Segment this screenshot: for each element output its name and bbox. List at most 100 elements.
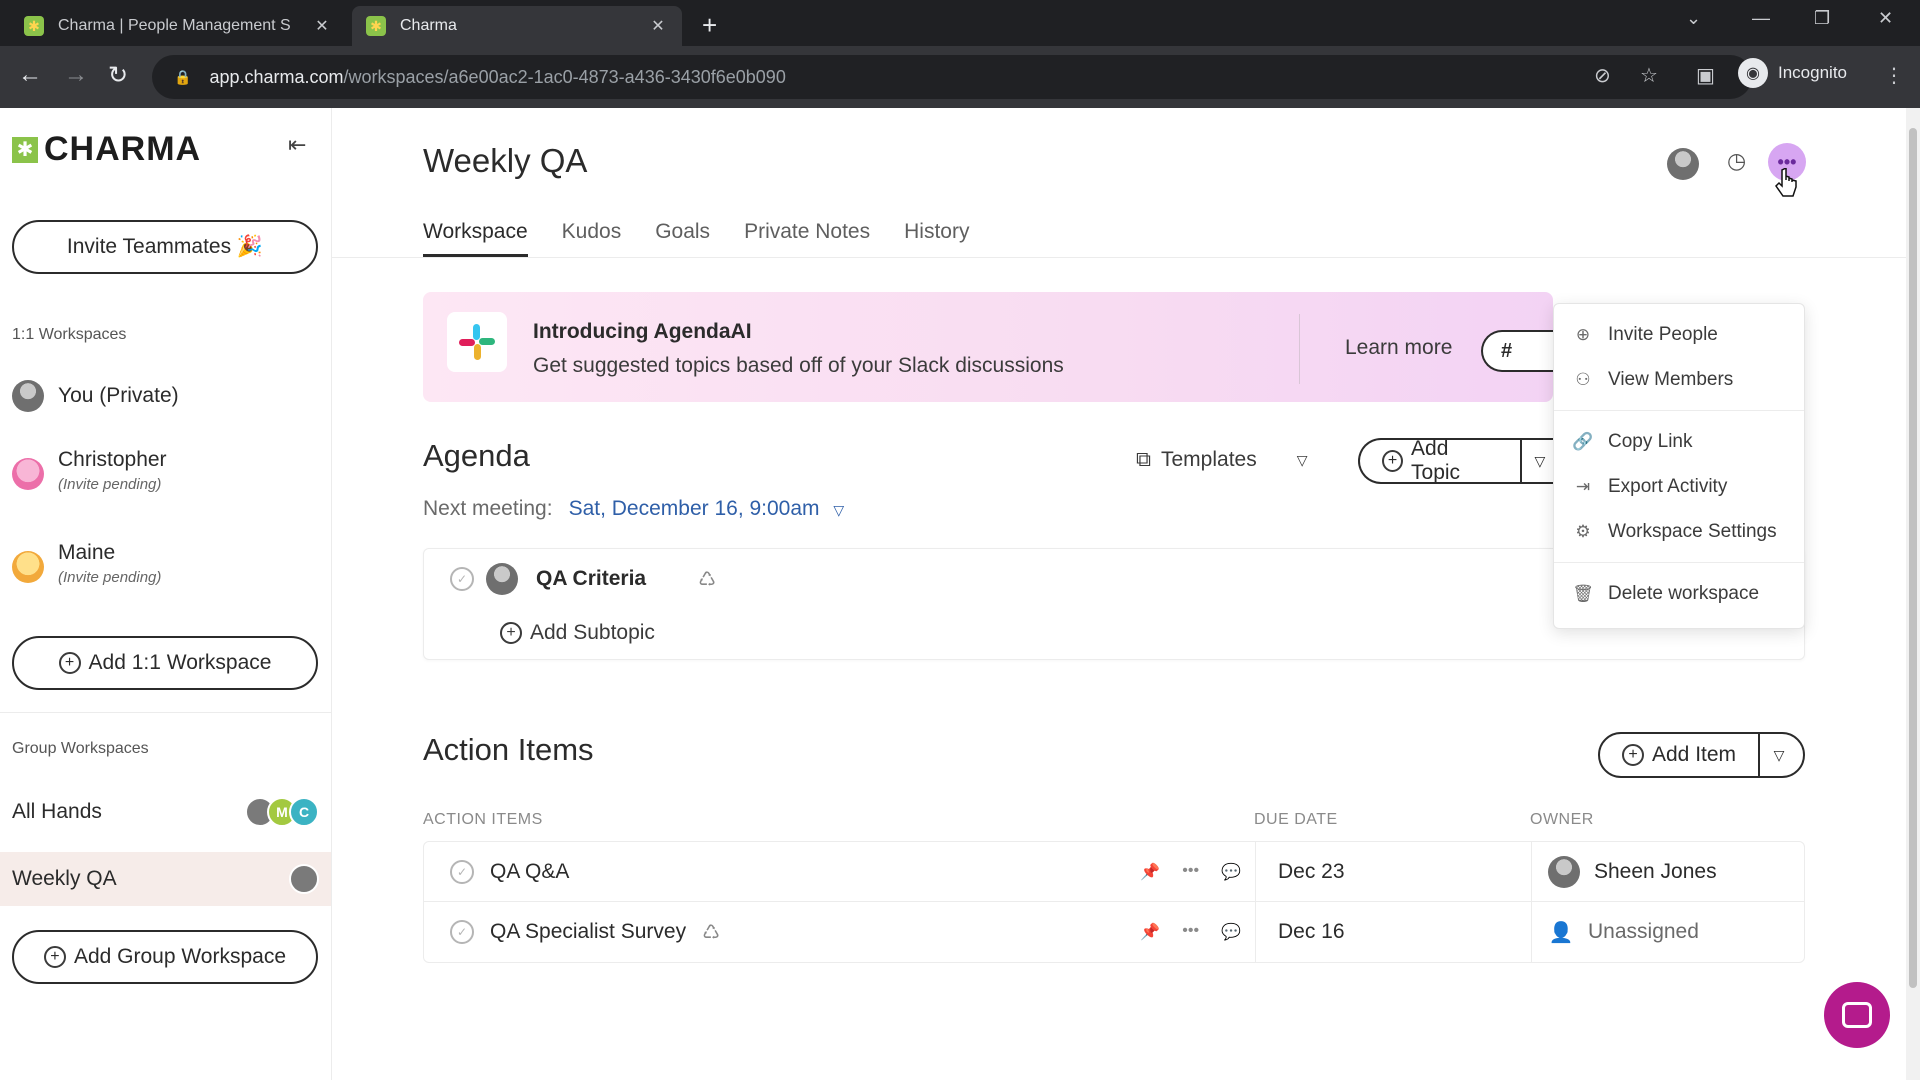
agenda-topic-row[interactable]: ✓ QA Criteria ♺ <box>450 563 716 595</box>
close-icon[interactable]: ✕ <box>648 16 668 36</box>
owner-cell[interactable]: 👤 Unassigned <box>1532 919 1804 945</box>
add-item-button[interactable]: + Add Item ▽ <box>1598 732 1805 778</box>
sidebar-item-maine[interactable]: Maine (Invite pending) <box>0 541 331 586</box>
window-close-icon[interactable]: ✕ <box>1878 8 1893 29</box>
scrollbar-thumb[interactable] <box>1909 128 1917 988</box>
reload-icon[interactable]: ↻ <box>108 61 128 90</box>
side-panel-icon[interactable]: ▣ <box>1696 63 1715 88</box>
tab-private-notes[interactable]: Private Notes <box>744 220 870 257</box>
owner-name: Sheen Jones <box>1594 859 1717 883</box>
tab-history[interactable]: History <box>904 220 969 257</box>
browser-tabstrip: ✱ Charma | People Management S ✕ ✱ Charm… <box>0 0 1920 46</box>
add-one-on-one-workspace-button[interactable]: + Add 1:1 Workspace <box>12 636 318 690</box>
lock-icon: 🔒 <box>174 68 192 85</box>
collapse-sidebar-icon[interactable]: ⇤ <box>288 132 306 158</box>
slack-logo-icon <box>447 312 507 372</box>
charma-favicon-icon: ✱ <box>24 16 44 36</box>
tab-kudos[interactable]: Kudos <box>562 220 622 257</box>
sidebar-item-all-hands[interactable]: All Hands M C <box>0 785 331 839</box>
checkmark-circle-icon[interactable]: ✓ <box>450 859 474 884</box>
tab-search-chevron-icon[interactable]: ⌄ <box>1686 8 1701 29</box>
comment-icon[interactable]: 💬 <box>1221 862 1241 882</box>
divider <box>332 257 1920 258</box>
new-tab-plus-icon[interactable]: + <box>702 10 717 41</box>
member-avatar[interactable] <box>1667 148 1699 180</box>
agendaai-banner: Introducing AgendaAI Get suggested topic… <box>423 292 1561 402</box>
pin-icon[interactable]: 📌 <box>1140 862 1160 882</box>
forward-arrow-icon[interactable]: → <box>64 61 88 89</box>
button-label: Add Subtopic <box>530 621 655 644</box>
clock-icon[interactable]: ◷ <box>1727 148 1746 174</box>
menu-item-export-activity[interactable]: ⇥ Export Activity <box>1554 464 1804 509</box>
add-topic-button[interactable]: + Add Topic ▽ <box>1358 437 1558 484</box>
checkmark-circle-icon[interactable]: ✓ <box>450 920 474 944</box>
connect-slack-button[interactable]: # <box>1481 330 1561 372</box>
chevron-down-icon: ▽ <box>1296 451 1308 468</box>
comment-icon[interactable]: 💬 <box>1221 922 1241 942</box>
add-person-icon: ⊕ <box>1575 324 1591 344</box>
add-group-workspace-button[interactable]: + Add Group Workspace <box>12 930 318 984</box>
templates-dropdown[interactable]: ⧉ Templates ▽ <box>1136 448 1308 472</box>
checkmark-circle-icon[interactable]: ✓ <box>450 567 474 591</box>
menu-item-workspace-settings[interactable]: ⚙ Workspace Settings <box>1554 509 1804 554</box>
next-meeting-date-picker[interactable]: Sat, December 16, 9:00am ▽ <box>569 497 845 521</box>
incognito-indicator[interactable]: ◉ Incognito <box>1738 58 1847 88</box>
menu-item-invite-people[interactable]: ⊕ Invite People <box>1554 312 1804 357</box>
add-item-menu-chevron-icon[interactable]: ▽ <box>1758 734 1798 776</box>
more-options-icon[interactable]: ••• <box>1182 862 1199 882</box>
menu-item-label: Export Activity <box>1608 475 1728 497</box>
close-icon[interactable]: ✕ <box>312 16 332 36</box>
back-arrow-icon[interactable]: ← <box>18 61 42 89</box>
add-subtopic-button[interactable]: + Add Subtopic <box>500 621 655 645</box>
workspace-options-menu: ⊕ Invite People ⚇ View Members 🔗 Copy Li… <box>1553 303 1805 629</box>
tab-goals[interactable]: Goals <box>655 220 710 257</box>
invite-pending-label: (Invite pending) <box>58 476 162 493</box>
recurring-icon[interactable]: ♺ <box>702 920 720 945</box>
due-date-cell[interactable]: Dec 16 <box>1256 902 1532 962</box>
learn-more-link[interactable]: Learn more <box>1345 336 1452 360</box>
support-chat-button[interactable] <box>1824 982 1890 1048</box>
eye-off-icon[interactable]: ⊘ <box>1594 63 1611 88</box>
charma-logo[interactable]: ✱ CHARMA <box>12 130 201 169</box>
link-icon: 🔗 <box>1572 431 1594 451</box>
address-bar[interactable]: 🔒 app.charma.com /workspaces/a6e00ac2-1a… <box>152 55 1752 99</box>
sidebar-item-weekly-qa[interactable]: Weekly QA <box>0 852 331 906</box>
banner-title: Introducing AgendaAI <box>533 320 752 343</box>
browser-tab-charma[interactable]: ✱ Charma ✕ <box>352 6 682 46</box>
menu-item-view-members[interactable]: ⚇ View Members <box>1554 357 1804 402</box>
browser-tab-people-management[interactable]: ✱ Charma | People Management S ✕ <box>10 6 346 46</box>
minimize-icon[interactable]: — <box>1752 8 1770 29</box>
avatar <box>12 551 44 583</box>
menu-item-label: Invite People <box>1608 323 1718 345</box>
browser-menu-kebab-icon[interactable]: ⋮ <box>1884 63 1904 88</box>
due-date-cell[interactable]: Dec 23 <box>1256 842 1532 901</box>
pin-icon[interactable]: 📌 <box>1140 922 1160 942</box>
star-icon[interactable]: ☆ <box>1640 63 1658 88</box>
agenda-topic-title[interactable]: QA Criteria <box>536 567 646 591</box>
restore-icon[interactable]: ❐ <box>1814 8 1830 29</box>
owner-cell[interactable]: Sheen Jones <box>1532 855 1804 888</box>
sidebar-item-label: All Hands <box>12 800 102 823</box>
charma-logo-mark-icon: ✱ <box>12 136 38 163</box>
plus-circle-icon: + <box>58 652 81 674</box>
menu-item-copy-link[interactable]: 🔗 Copy Link <box>1554 419 1804 464</box>
button-label: Add Item <box>1652 743 1737 766</box>
tab-workspace[interactable]: Workspace <box>423 220 528 257</box>
action-item-title[interactable]: QA Q&A <box>490 860 569 884</box>
owner-name: Unassigned <box>1588 920 1699 943</box>
recurring-icon[interactable]: ♺ <box>698 567 716 592</box>
invite-teammates-button[interactable]: Invite Teammates 🎉 <box>12 220 318 274</box>
action-items-title: Action Items <box>423 732 594 767</box>
table-row[interactable]: ✓ QA Q&A 📌 ••• 💬 Dec 23 Sheen Jones <box>424 842 1804 902</box>
more-options-icon[interactable]: ••• <box>1182 922 1199 942</box>
page-scrollbar[interactable] <box>1906 108 1920 1080</box>
menu-item-label: Delete workspace <box>1608 582 1760 604</box>
sidebar-item-you-private[interactable]: You (Private) <box>0 380 331 412</box>
action-item-title[interactable]: QA Specialist Survey <box>490 920 686 944</box>
url-host: app.charma.com <box>209 66 344 87</box>
divider <box>1299 314 1300 384</box>
plus-circle-icon: + <box>500 622 522 644</box>
table-row[interactable]: ✓ QA Specialist Survey ♺ 📌 ••• 💬 Dec 16 … <box>424 902 1804 962</box>
sidebar-item-christopher[interactable]: Christopher (Invite pending) <box>0 448 331 493</box>
menu-item-delete-workspace[interactable]: 🗑 Delete workspace <box>1554 571 1804 616</box>
